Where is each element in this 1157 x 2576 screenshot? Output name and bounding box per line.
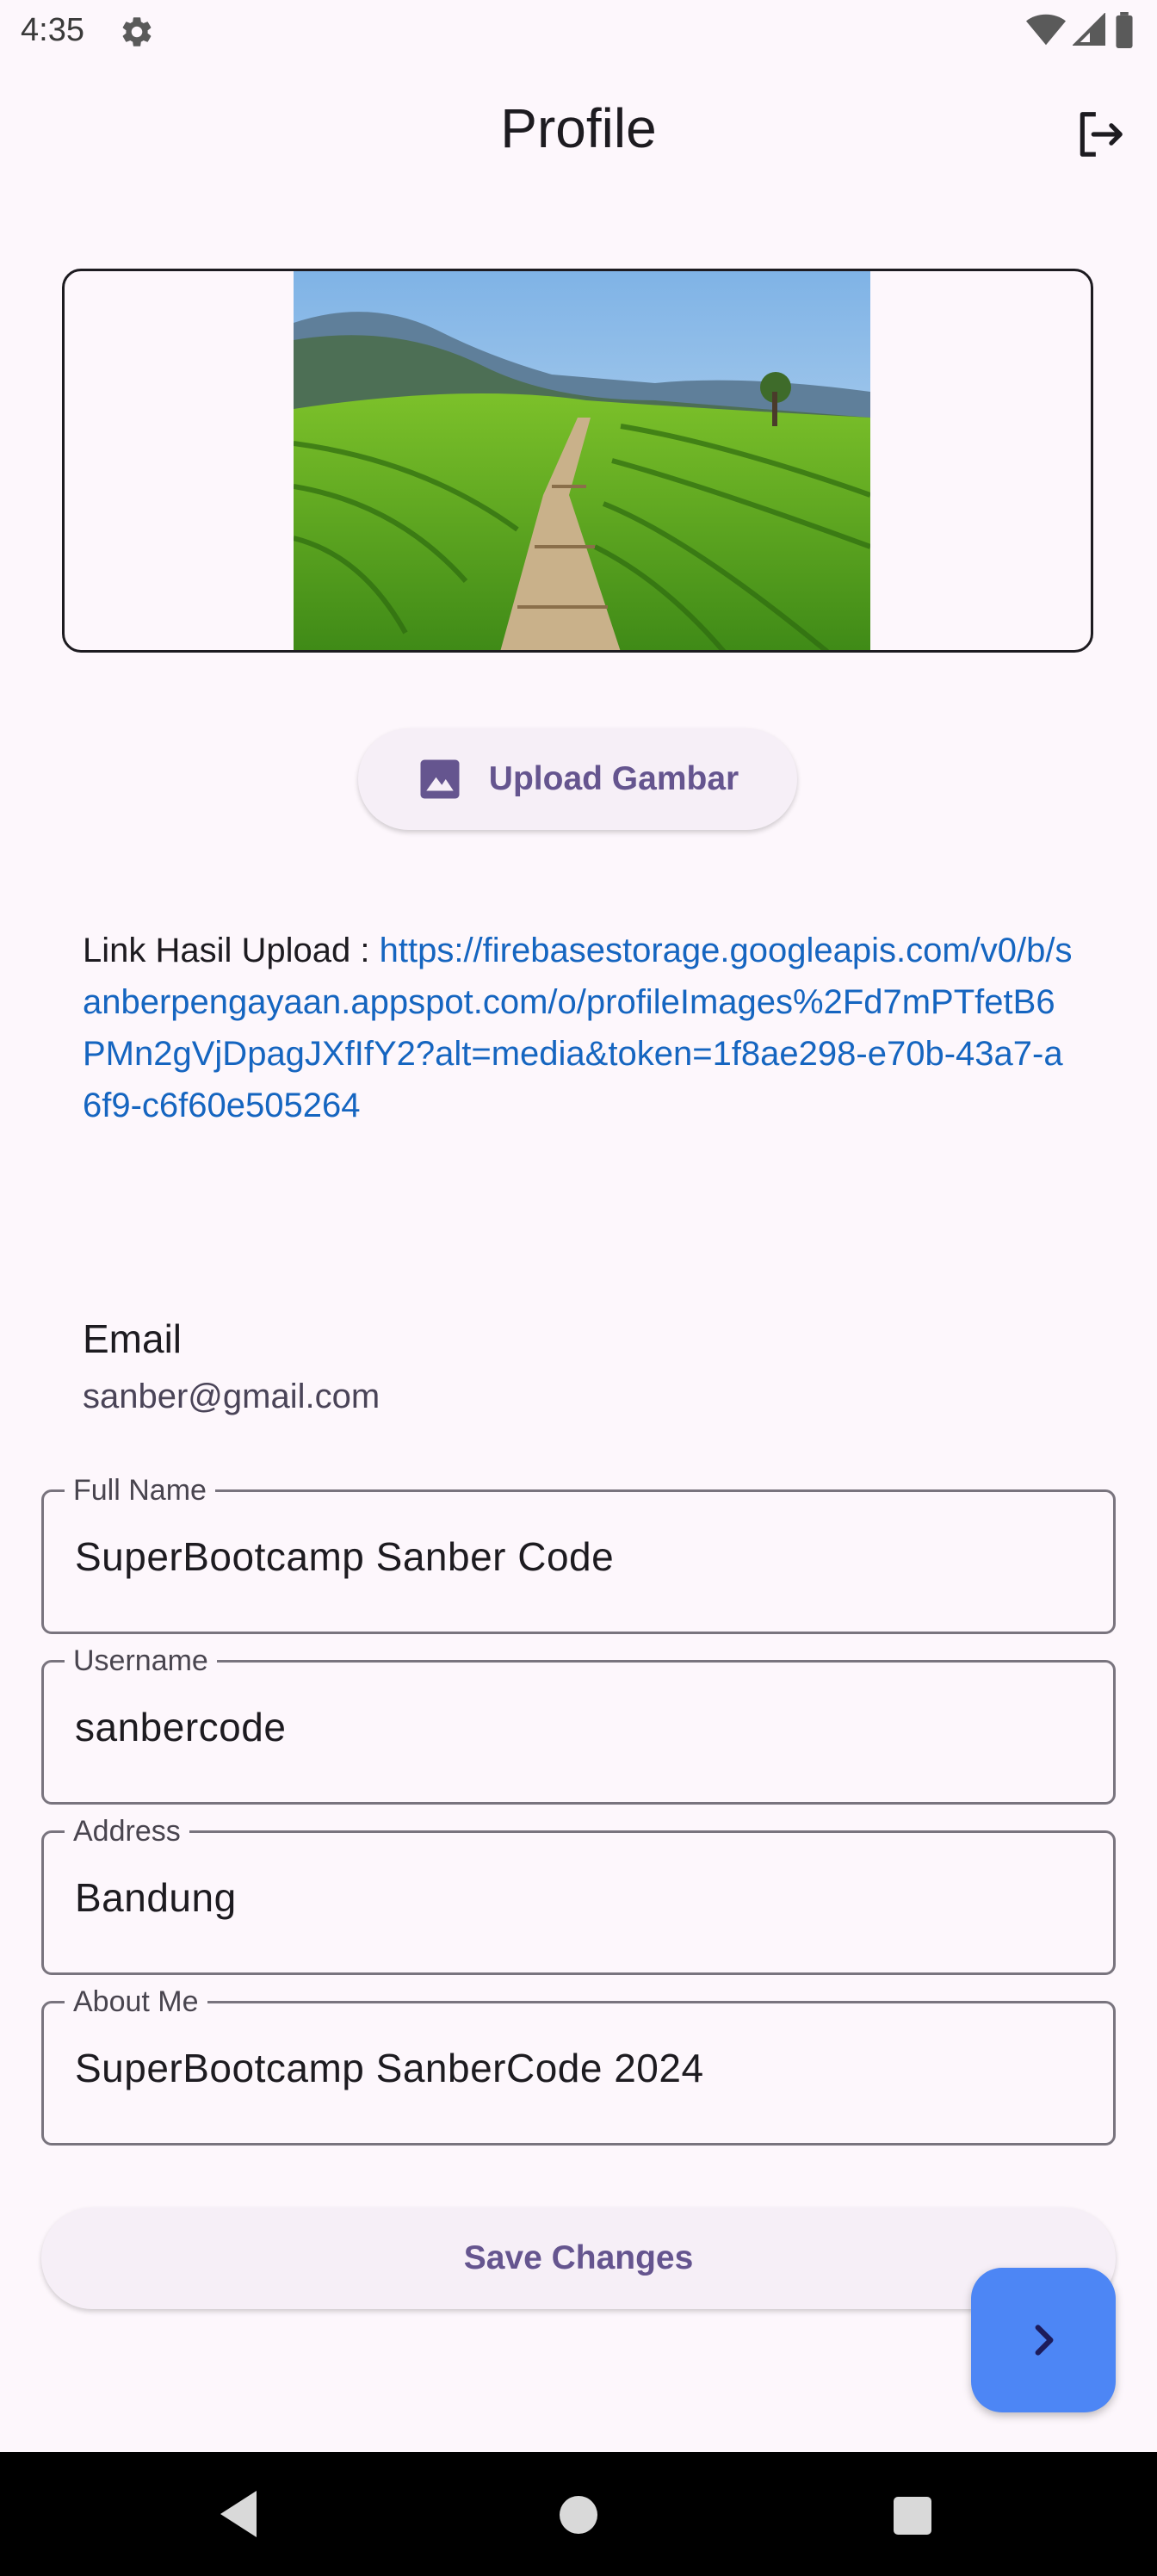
save-button-label: Save Changes xyxy=(463,2239,694,2276)
app-bar: Profile xyxy=(0,86,1157,181)
about-me-field[interactable]: About Me SuperBootcamp SanberCode 2024 xyxy=(41,1985,1116,2146)
full-name-value[interactable]: SuperBootcamp Sanber Code xyxy=(75,1533,614,1580)
profile-photo xyxy=(294,271,870,650)
address-value[interactable]: Bandung xyxy=(75,1874,237,1921)
logout-button[interactable] xyxy=(1069,103,1131,165)
username-label: Username xyxy=(65,1644,217,1678)
username-value[interactable]: sanbercode xyxy=(75,1704,286,1750)
full-name-field[interactable]: Full Name SuperBootcamp Sanber Code xyxy=(41,1473,1116,1634)
address-field[interactable]: Address Bandung xyxy=(41,1814,1116,1975)
wifi-icon xyxy=(1026,14,1066,46)
recent-apps-icon[interactable] xyxy=(894,2497,931,2535)
home-icon[interactable] xyxy=(560,2496,597,2534)
upload-link-prefix: Link Hasil Upload : xyxy=(83,932,380,969)
upload-link-text: Link Hasil Upload : https://firebasestor… xyxy=(83,925,1073,1131)
settings-gear-icon xyxy=(122,17,152,46)
username-field[interactable]: Username sanbercode xyxy=(41,1644,1116,1805)
upload-button-label: Upload Gambar xyxy=(488,760,739,797)
status-indicators xyxy=(1026,12,1135,48)
back-icon[interactable] xyxy=(215,2488,262,2540)
image-icon xyxy=(420,759,460,799)
address-label: Address xyxy=(65,1814,189,1848)
about-me-label: About Me xyxy=(65,1985,207,2019)
battery-icon xyxy=(1116,12,1133,48)
full-name-label: Full Name xyxy=(65,1473,215,1508)
upload-image-button[interactable]: Upload Gambar xyxy=(358,728,797,830)
signal-icon xyxy=(1073,13,1105,46)
chevron-right-icon xyxy=(1035,2325,1054,2356)
status-bar: 4:35 xyxy=(0,0,1157,62)
page-title: Profile xyxy=(500,97,657,159)
next-fab-button[interactable] xyxy=(971,2268,1116,2412)
email-label: Email xyxy=(83,1316,183,1361)
status-time: 4:35 xyxy=(21,12,84,48)
logout-icon xyxy=(1080,112,1123,157)
save-changes-button[interactable]: Save Changes xyxy=(41,2208,1116,2309)
profile-image-frame xyxy=(62,269,1093,653)
email-value: sanber@gmail.com xyxy=(83,1378,381,1415)
system-navigation-bar xyxy=(0,2452,1157,2576)
about-me-value[interactable]: SuperBootcamp SanberCode 2024 xyxy=(75,2045,704,2091)
